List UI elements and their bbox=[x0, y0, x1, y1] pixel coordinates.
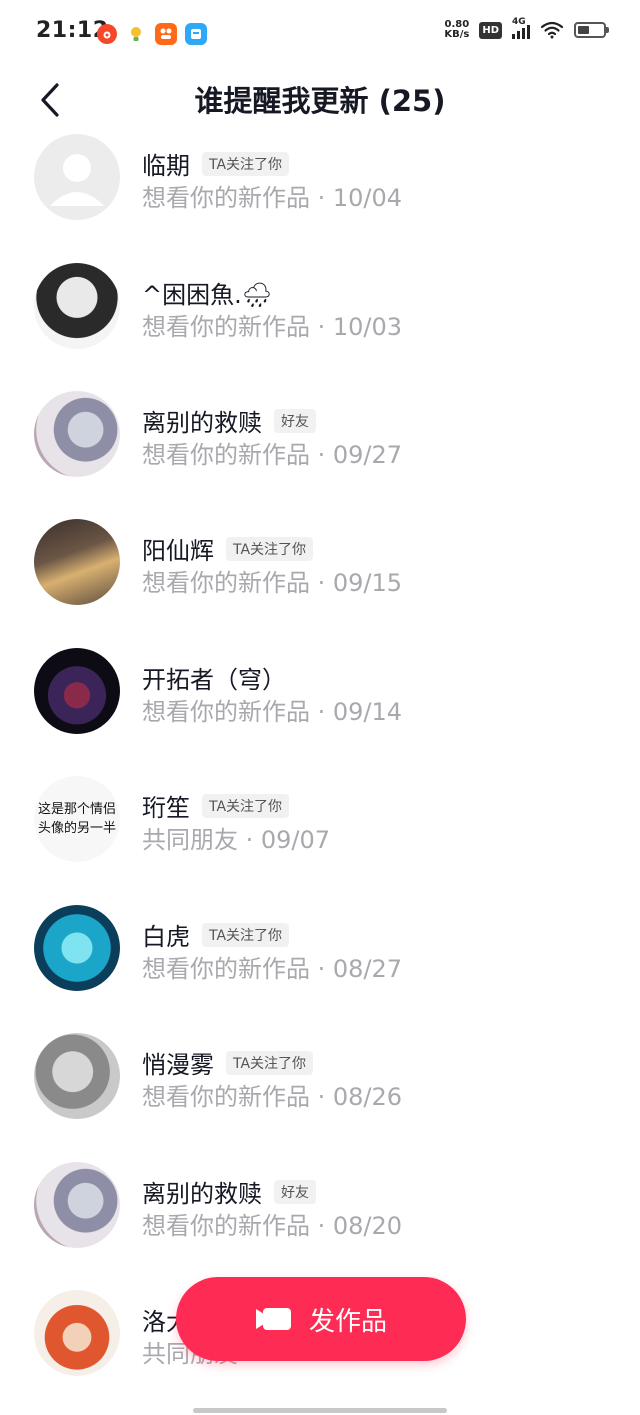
reminder-subtitle: 想看你的新作品 · 09/15 bbox=[142, 569, 403, 597]
home-indicator[interactable] bbox=[193, 1408, 447, 1413]
reminder-subtitle: 想看你的新作品 · 08/26 bbox=[142, 1083, 403, 1111]
wifi-icon bbox=[540, 21, 564, 39]
list-item[interactable]: 悄漫雾 TA关注了你 想看你的新作品 · 08/26 bbox=[0, 1033, 640, 1133]
status-bar: 21:12 0.80 KB/s HD 4G bbox=[0, 0, 640, 68]
cellular-signal-icon: 4G bbox=[512, 17, 530, 39]
list-item[interactable]: 离别的救赎 好友 想看你的新作品 · 08/20 bbox=[0, 1162, 640, 1262]
list-item[interactable]: 开拓者（穹） 想看你的新作品 · 09/14 bbox=[0, 648, 640, 748]
list-item[interactable]: ^困困魚.🌧 想看你的新作品 · 10/03 bbox=[0, 263, 640, 363]
screen: 21:12 0.80 KB/s HD 4G 谁提醒我更新 (25) 临期 TA关… bbox=[0, 0, 640, 1415]
battery-icon bbox=[574, 22, 609, 38]
reminder-subtitle: 想看你的新作品 · 09/27 bbox=[142, 441, 403, 469]
page-title: 谁提醒我更新 (25) bbox=[194, 84, 446, 118]
user-name: ^困困魚.🌧 bbox=[142, 281, 273, 309]
notification-icons bbox=[97, 23, 207, 45]
reminder-subtitle: 想看你的新作品 · 09/14 bbox=[142, 698, 403, 726]
reminder-subtitle: 想看你的新作品 · 10/04 bbox=[142, 184, 403, 212]
user-name: 白虎 bbox=[142, 923, 190, 951]
avatar[interactable] bbox=[34, 263, 120, 349]
list-item[interactable]: 白虎 TA关注了你 想看你的新作品 · 08/27 bbox=[0, 905, 640, 1005]
relation-tag: TA关注了你 bbox=[202, 793, 290, 818]
avatar[interactable] bbox=[34, 1033, 120, 1119]
user-name: 临期 bbox=[142, 152, 190, 180]
avatar[interactable] bbox=[34, 391, 120, 477]
list-item[interactable]: 这是那个情侣 头像的另一半 珩笙 TA关注了你 共同朋友 · 09/07 bbox=[0, 776, 640, 876]
avatar[interactable] bbox=[34, 905, 120, 991]
avatar[interactable] bbox=[34, 519, 120, 605]
avatar[interactable] bbox=[34, 648, 120, 734]
user-name: 珩笙 bbox=[142, 794, 190, 822]
user-name: 悄漫雾 bbox=[142, 1051, 214, 1079]
avatar[interactable] bbox=[34, 1290, 120, 1376]
reminder-subtitle: 想看你的新作品 · 10/03 bbox=[142, 313, 403, 341]
publish-button-label: 发作品 bbox=[308, 1306, 387, 1337]
lightbulb-icon bbox=[125, 23, 147, 45]
avatar[interactable]: 这是那个情侣 头像的另一半 bbox=[34, 776, 120, 862]
user-name: 开拓者（穹） bbox=[142, 666, 286, 694]
default-avatar-icon bbox=[50, 154, 104, 206]
user-name: 离别的救赎 bbox=[142, 409, 262, 437]
user-name: 阳仙辉 bbox=[142, 537, 214, 565]
system-status-icons: 0.80 KB/s HD 4G bbox=[444, 17, 609, 40]
list-item[interactable]: 离别的救赎 好友 想看你的新作品 · 09/27 bbox=[0, 391, 640, 491]
app-icon bbox=[185, 23, 207, 45]
network-type: 4G bbox=[512, 17, 526, 27]
user-name: 离别的救赎 bbox=[142, 1180, 262, 1208]
reminder-subtitle: 想看你的新作品 · 08/20 bbox=[142, 1212, 403, 1240]
header: 谁提醒我更新 (25) bbox=[0, 68, 640, 130]
avatar[interactable] bbox=[34, 1162, 120, 1248]
app-icon bbox=[155, 23, 177, 45]
weibo-icon bbox=[97, 24, 117, 44]
relation-tag: 好友 bbox=[274, 1179, 316, 1204]
video-camera-icon bbox=[255, 1308, 291, 1330]
network-speed: 0.80 KB/s bbox=[444, 20, 469, 40]
avatar-text: 这是那个情侣 bbox=[37, 802, 116, 817]
avatar-text: 头像的另一半 bbox=[37, 821, 116, 836]
relation-tag: 好友 bbox=[274, 408, 316, 433]
hd-icon: HD bbox=[479, 21, 502, 39]
publish-button[interactable]: 发作品 bbox=[176, 1277, 466, 1361]
reminder-subtitle: 共同朋友 · 09/07 bbox=[142, 826, 331, 854]
list-item[interactable]: 阳仙辉 TA关注了你 想看你的新作品 · 09/15 bbox=[0, 519, 640, 619]
reminder-subtitle: 想看你的新作品 · 08/27 bbox=[142, 955, 403, 983]
avatar[interactable] bbox=[34, 134, 120, 220]
network-speed-unit: KB/s bbox=[444, 29, 470, 40]
relation-tag: TA关注了你 bbox=[202, 151, 290, 176]
relation-tag: TA关注了你 bbox=[202, 922, 290, 947]
relation-tag: TA关注了你 bbox=[226, 536, 314, 561]
list-item[interactable]: 临期 TA关注了你 想看你的新作品 · 10/04 bbox=[0, 134, 640, 234]
relation-tag: TA关注了你 bbox=[226, 1050, 314, 1075]
